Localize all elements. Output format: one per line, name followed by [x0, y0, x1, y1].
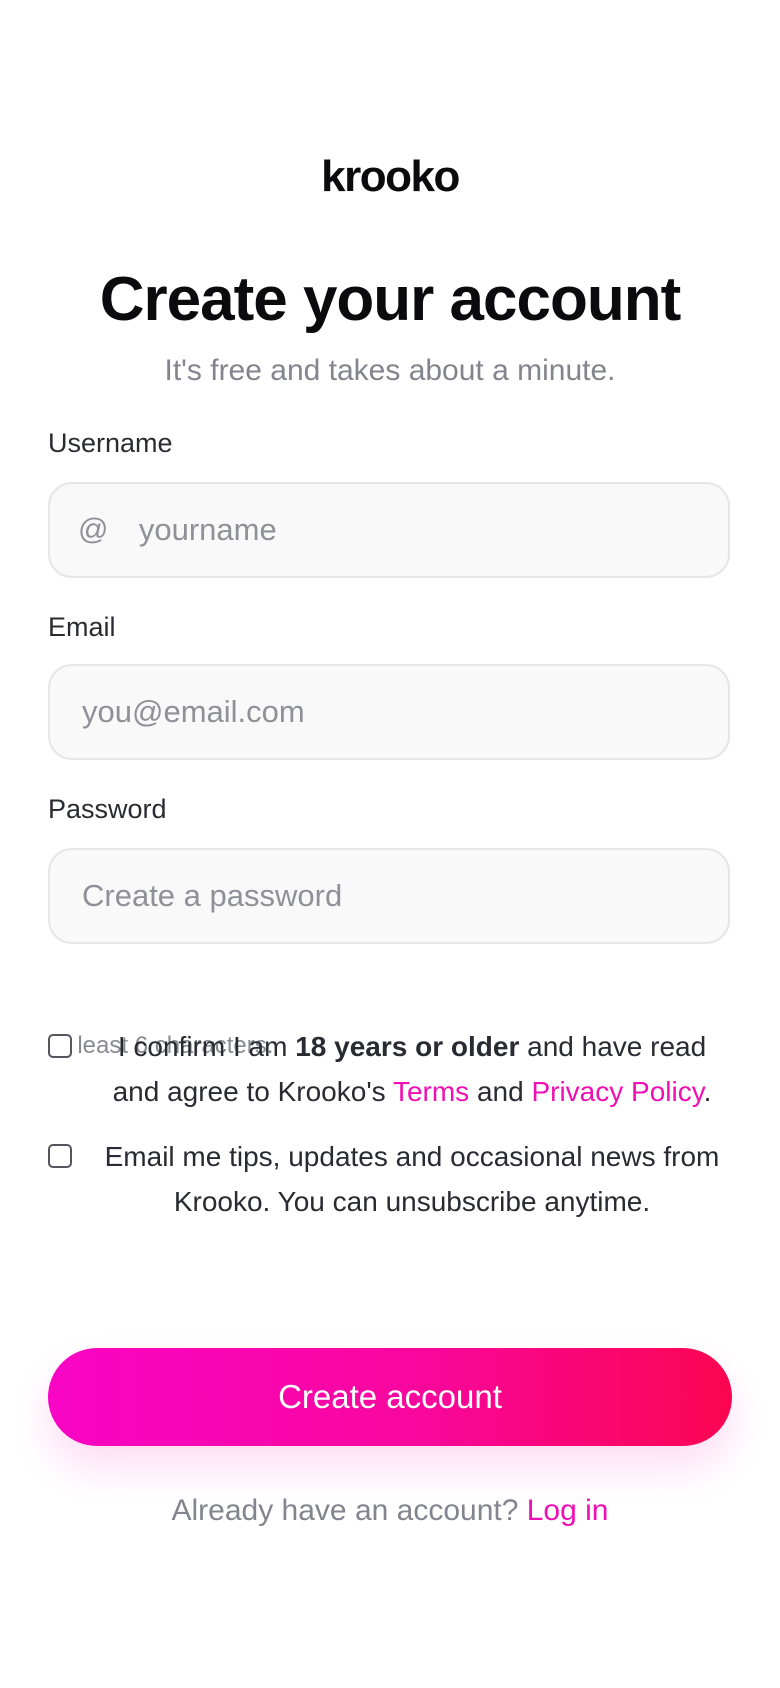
brand-logo: krooko: [321, 152, 460, 201]
marketing-opt-in-text: Email me tips, updates and occasional ne…: [104, 1141, 720, 1217]
password-label: Password: [48, 794, 167, 824]
username-input[interactable]: [110, 512, 728, 548]
login-prompt: Already have an account? Log in: [48, 1494, 732, 1528]
password-input[interactable]: [50, 878, 728, 914]
privacy-policy-link[interactable]: Privacy Policy: [531, 1076, 703, 1107]
email-label: Email: [48, 612, 116, 642]
login-prompt-text: Already have an account?: [171, 1494, 527, 1527]
age-consent-text: I confirm I am 18 years or older and hav…: [92, 1024, 732, 1114]
email-field[interactable]: [48, 664, 730, 760]
age-consent-and: and: [469, 1076, 532, 1107]
page-subtitle: It's free and takes about a minute.: [164, 354, 616, 387]
age-consent-bold: 18 years or older: [295, 1031, 520, 1062]
login-link[interactable]: Log in: [527, 1494, 609, 1527]
age-consent-end: .: [703, 1076, 712, 1107]
create-account-button[interactable]: Create account: [48, 1348, 732, 1446]
at-prefix-icon: @: [78, 513, 109, 546]
email-input[interactable]: [50, 694, 728, 730]
username-field[interactable]: @: [48, 482, 730, 578]
age-consent-prefix: I confirm I am: [117, 1031, 296, 1062]
page-title: Create your account: [99, 265, 682, 334]
password-field[interactable]: [48, 848, 730, 944]
marketing-opt-in-checkbox[interactable]: [48, 1144, 72, 1168]
username-label: Username: [48, 428, 173, 458]
age-consent-checkbox[interactable]: [48, 1034, 72, 1058]
terms-link[interactable]: Terms: [393, 1076, 469, 1107]
